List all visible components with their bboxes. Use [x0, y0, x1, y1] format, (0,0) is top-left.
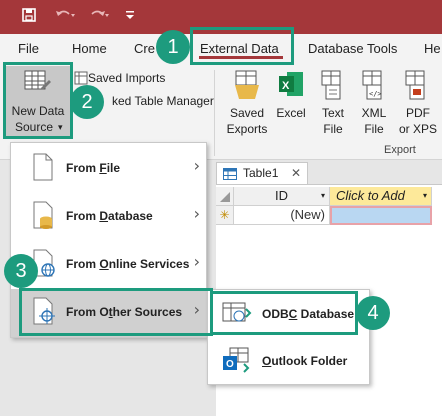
pdf-xps-label-1[interactable]: PDF — [396, 106, 440, 121]
chevron-right-icon: › — [193, 156, 200, 175]
label-text: nline Services — [108, 257, 190, 271]
saved-exports-label-1[interactable]: Saved — [226, 106, 268, 121]
customize-icon[interactable] — [125, 8, 135, 26]
xml-file-label-1[interactable]: XML — [355, 106, 393, 121]
label-text: ile — [106, 161, 121, 175]
label-text: utlook Folder — [271, 354, 348, 368]
new-record-marker-icon[interactable]: ✳ — [216, 206, 234, 225]
table-icon — [223, 167, 237, 185]
menu-item-from-database[interactable]: From Database › — [11, 193, 208, 241]
highlight-from-other-sources — [19, 288, 213, 336]
label-text: atabase — [108, 209, 153, 223]
svg-text:X: X — [282, 80, 290, 92]
svg-text:O: O — [226, 359, 234, 370]
outlook-icon: O — [222, 346, 252, 379]
column-dropdown-icon[interactable]: ▾ — [321, 187, 325, 205]
svg-text:</>: </> — [369, 90, 382, 98]
linked-table-manager-button[interactable]: ked Table Manager — [112, 94, 214, 108]
text-file-label-1[interactable]: Text — [314, 106, 352, 121]
saved-exports-icon — [233, 70, 261, 105]
label-text: From — [66, 161, 100, 175]
click-to-add-new-cell[interactable] — [330, 206, 432, 225]
menu-label-from-online-services: From Online Services — [66, 257, 189, 271]
access-key: F — [99, 161, 107, 175]
pdf-xps-label-2[interactable]: or XPS — [396, 122, 440, 137]
column-header-id[interactable]: ID ▾ — [234, 187, 330, 206]
access-key: O — [99, 257, 109, 271]
column-dropdown-icon[interactable]: ▾ — [423, 187, 427, 205]
table-tab-label: Table1 — [243, 166, 279, 180]
highlight-external-data-tab — [190, 27, 294, 65]
tab-home[interactable]: Home — [72, 41, 107, 56]
export-group-label: Export — [384, 144, 416, 156]
id-new-cell[interactable]: (New) — [234, 206, 330, 225]
step-badge-4: 4 — [356, 296, 390, 330]
label-text: From — [66, 257, 100, 271]
highlight-new-data-source — [3, 62, 73, 139]
submenu-item-outlook-folder[interactable]: O Outlook Folder — [208, 338, 369, 384]
tab-help[interactable]: He — [424, 41, 441, 56]
saved-imports-button[interactable]: Saved Imports — [88, 71, 165, 85]
tab-database-tools[interactable]: Database Tools — [308, 41, 397, 56]
header-row: ID ▾ Click to Add ▾ — [216, 187, 442, 206]
undo-icon[interactable] — [54, 8, 76, 26]
table-tab[interactable]: Table1 ✕ — [216, 162, 308, 184]
ribbon-separator — [214, 70, 215, 156]
text-file-icon — [320, 70, 344, 105]
new-record-row: ✳ (New) — [216, 206, 442, 225]
tab-create[interactable]: Cre — [134, 41, 155, 56]
submenu-label-outlook-folder: Outlook Folder — [262, 354, 347, 368]
excel-label[interactable]: Excel — [272, 106, 310, 121]
save-icon[interactable] — [22, 8, 36, 26]
click-to-add-label: Click to Add — [336, 188, 405, 203]
menu-label-from-file: From File — [66, 161, 120, 175]
pdf-xps-icon — [404, 70, 428, 105]
saved-exports-label-2[interactable]: Exports — [226, 122, 268, 137]
row-selector-header[interactable] — [216, 187, 234, 206]
xml-file-label-2[interactable]: File — [355, 122, 393, 137]
chevron-right-icon: › — [193, 252, 200, 271]
label-text: From — [66, 209, 100, 223]
menu-item-from-online-services[interactable]: From Online Services › — [11, 241, 208, 289]
column-header-id-label: ID — [275, 188, 288, 203]
close-icon[interactable]: ✕ — [291, 166, 301, 180]
column-header-click-to-add[interactable]: Click to Add ▾ — [330, 187, 432, 206]
database-icon — [33, 201, 55, 234]
access-key: D — [99, 209, 109, 223]
xml-file-icon: </> — [361, 70, 385, 105]
text-file-label-2[interactable]: File — [314, 122, 352, 137]
excel-icon: X — [278, 70, 304, 103]
step-badge-3: 3 — [4, 254, 38, 288]
step-badge-1: 1 — [156, 30, 190, 64]
chevron-right-icon: › — [193, 204, 200, 223]
step-badge-2: 2 — [70, 85, 104, 119]
redo-icon[interactable] — [88, 8, 110, 26]
menu-label-from-database: From Database — [66, 209, 153, 223]
highlight-odbc-database — [210, 291, 358, 335]
access-key: O — [262, 354, 272, 368]
tab-file[interactable]: File — [18, 41, 39, 56]
file-icon — [33, 153, 53, 186]
menu-item-from-file[interactable]: From File › — [11, 145, 208, 193]
